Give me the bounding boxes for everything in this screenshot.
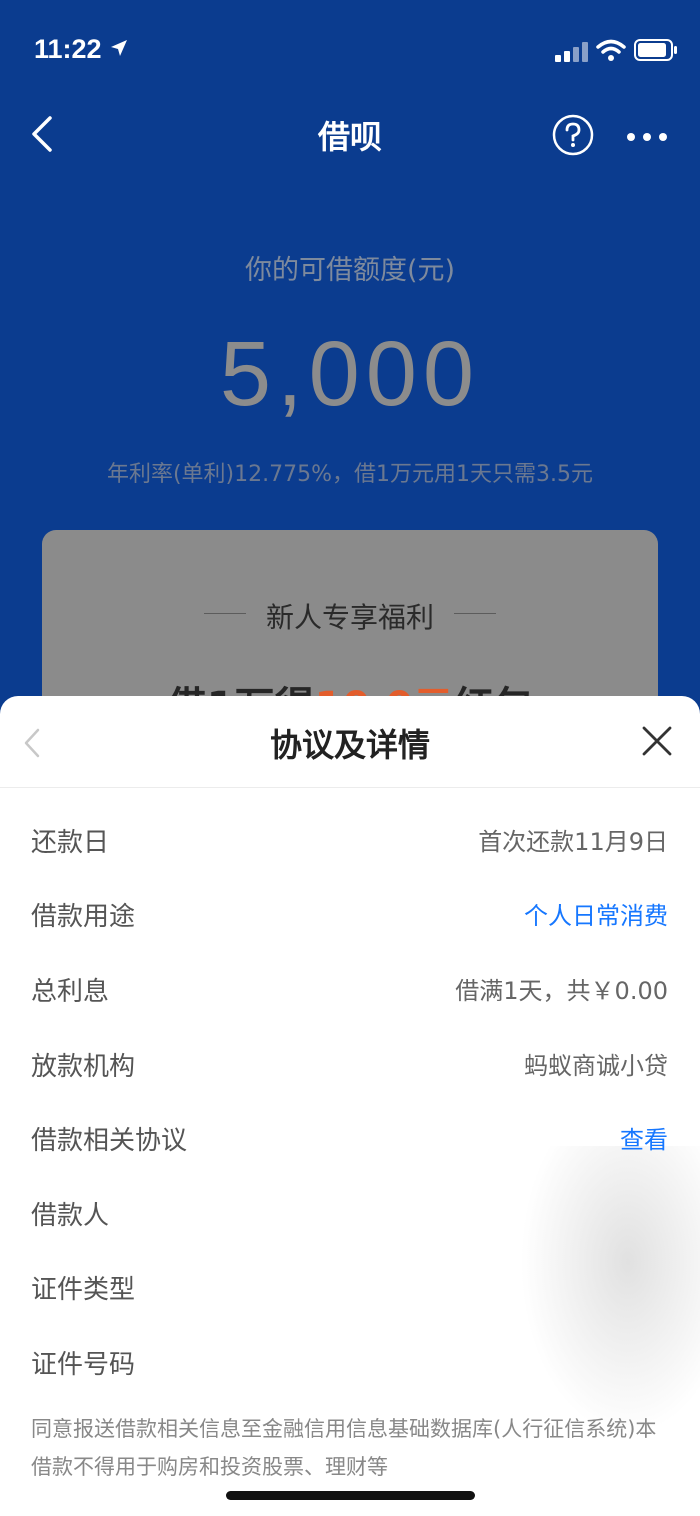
row-label: 总利息 — [31, 977, 110, 1007]
detail-row-repayment-date: 还款日 首次还款11月9日 — [0, 810, 700, 870]
row-label: 借款用途 — [31, 902, 136, 932]
sheet-title: 协议及详情 — [269, 726, 430, 764]
detail-row-agreements[interactable]: 借款相关协议 查看 — [0, 1108, 700, 1168]
top-nav-bar: 借呗 — [0, 100, 700, 170]
cellular-signal-icon — [555, 42, 589, 66]
row-label: 证件类型 — [31, 1275, 136, 1305]
status-time: 11:22 — [34, 34, 102, 64]
loan-purpose-link[interactable]: 个人日常消费 — [524, 896, 668, 931]
disclaimer-text: 同意报送借款相关信息至金融信用信息基础数据库(人行征信系统)本借款不得用于购房和… — [31, 1417, 657, 1479]
row-label: 还款日 — [31, 828, 110, 858]
credit-limit-label: 你的可借额度(元) — [244, 255, 456, 286]
help-question-icon[interactable] — [552, 114, 594, 160]
row-label: 证件号码 — [31, 1350, 136, 1380]
battery-icon — [634, 39, 678, 65]
close-icon[interactable] — [642, 726, 672, 760]
row-label: 放款机构 — [31, 1052, 136, 1082]
row-label: 借款人 — [31, 1201, 110, 1231]
promo-divider-right — [454, 613, 496, 614]
detail-row-borrower: 借款人 — [0, 1183, 700, 1243]
credit-limit-amount: 5,000 — [219, 323, 481, 425]
detail-row-total-interest: 总利息 借满1天，共￥0.00 — [0, 959, 700, 1019]
location-arrow-icon — [109, 38, 129, 62]
home-indicator[interactable] — [226, 1491, 475, 1500]
row-value: 借满1天，共￥0.00 — [455, 977, 668, 1005]
row-label: 借款相关协议 — [31, 1126, 188, 1156]
agreement-details-sheet: 协议及详情 还款日 首次还款11月9日 借款用途 个人日常消费 总利息 借满1天… — [0, 696, 700, 1516]
detail-row-loan-purpose[interactable]: 借款用途 个人日常消费 — [0, 884, 700, 944]
wifi-icon — [596, 38, 626, 66]
interest-rate-text: 年利率(单利)12.775%，借1万元用1天只需3.5元 — [106, 462, 594, 487]
detail-row-id-number: 证件号码 — [0, 1332, 700, 1392]
detail-row-lender: 放款机构 蚂蚁商诚小贷 — [0, 1034, 700, 1094]
row-value: 蚂蚁商诚小贷 — [524, 1052, 668, 1080]
more-dots-icon[interactable] — [626, 128, 668, 147]
sheet-divider — [0, 787, 700, 788]
status-bar: 11:22 — [0, 0, 700, 100]
promo-title: 新人专享福利 — [265, 601, 434, 634]
page-title: 借呗 — [317, 118, 382, 156]
view-agreements-link[interactable]: 查看 — [620, 1120, 668, 1155]
row-value: 首次还款11月9日 — [478, 828, 668, 856]
detail-row-id-type: 证件类型 — [0, 1257, 700, 1317]
